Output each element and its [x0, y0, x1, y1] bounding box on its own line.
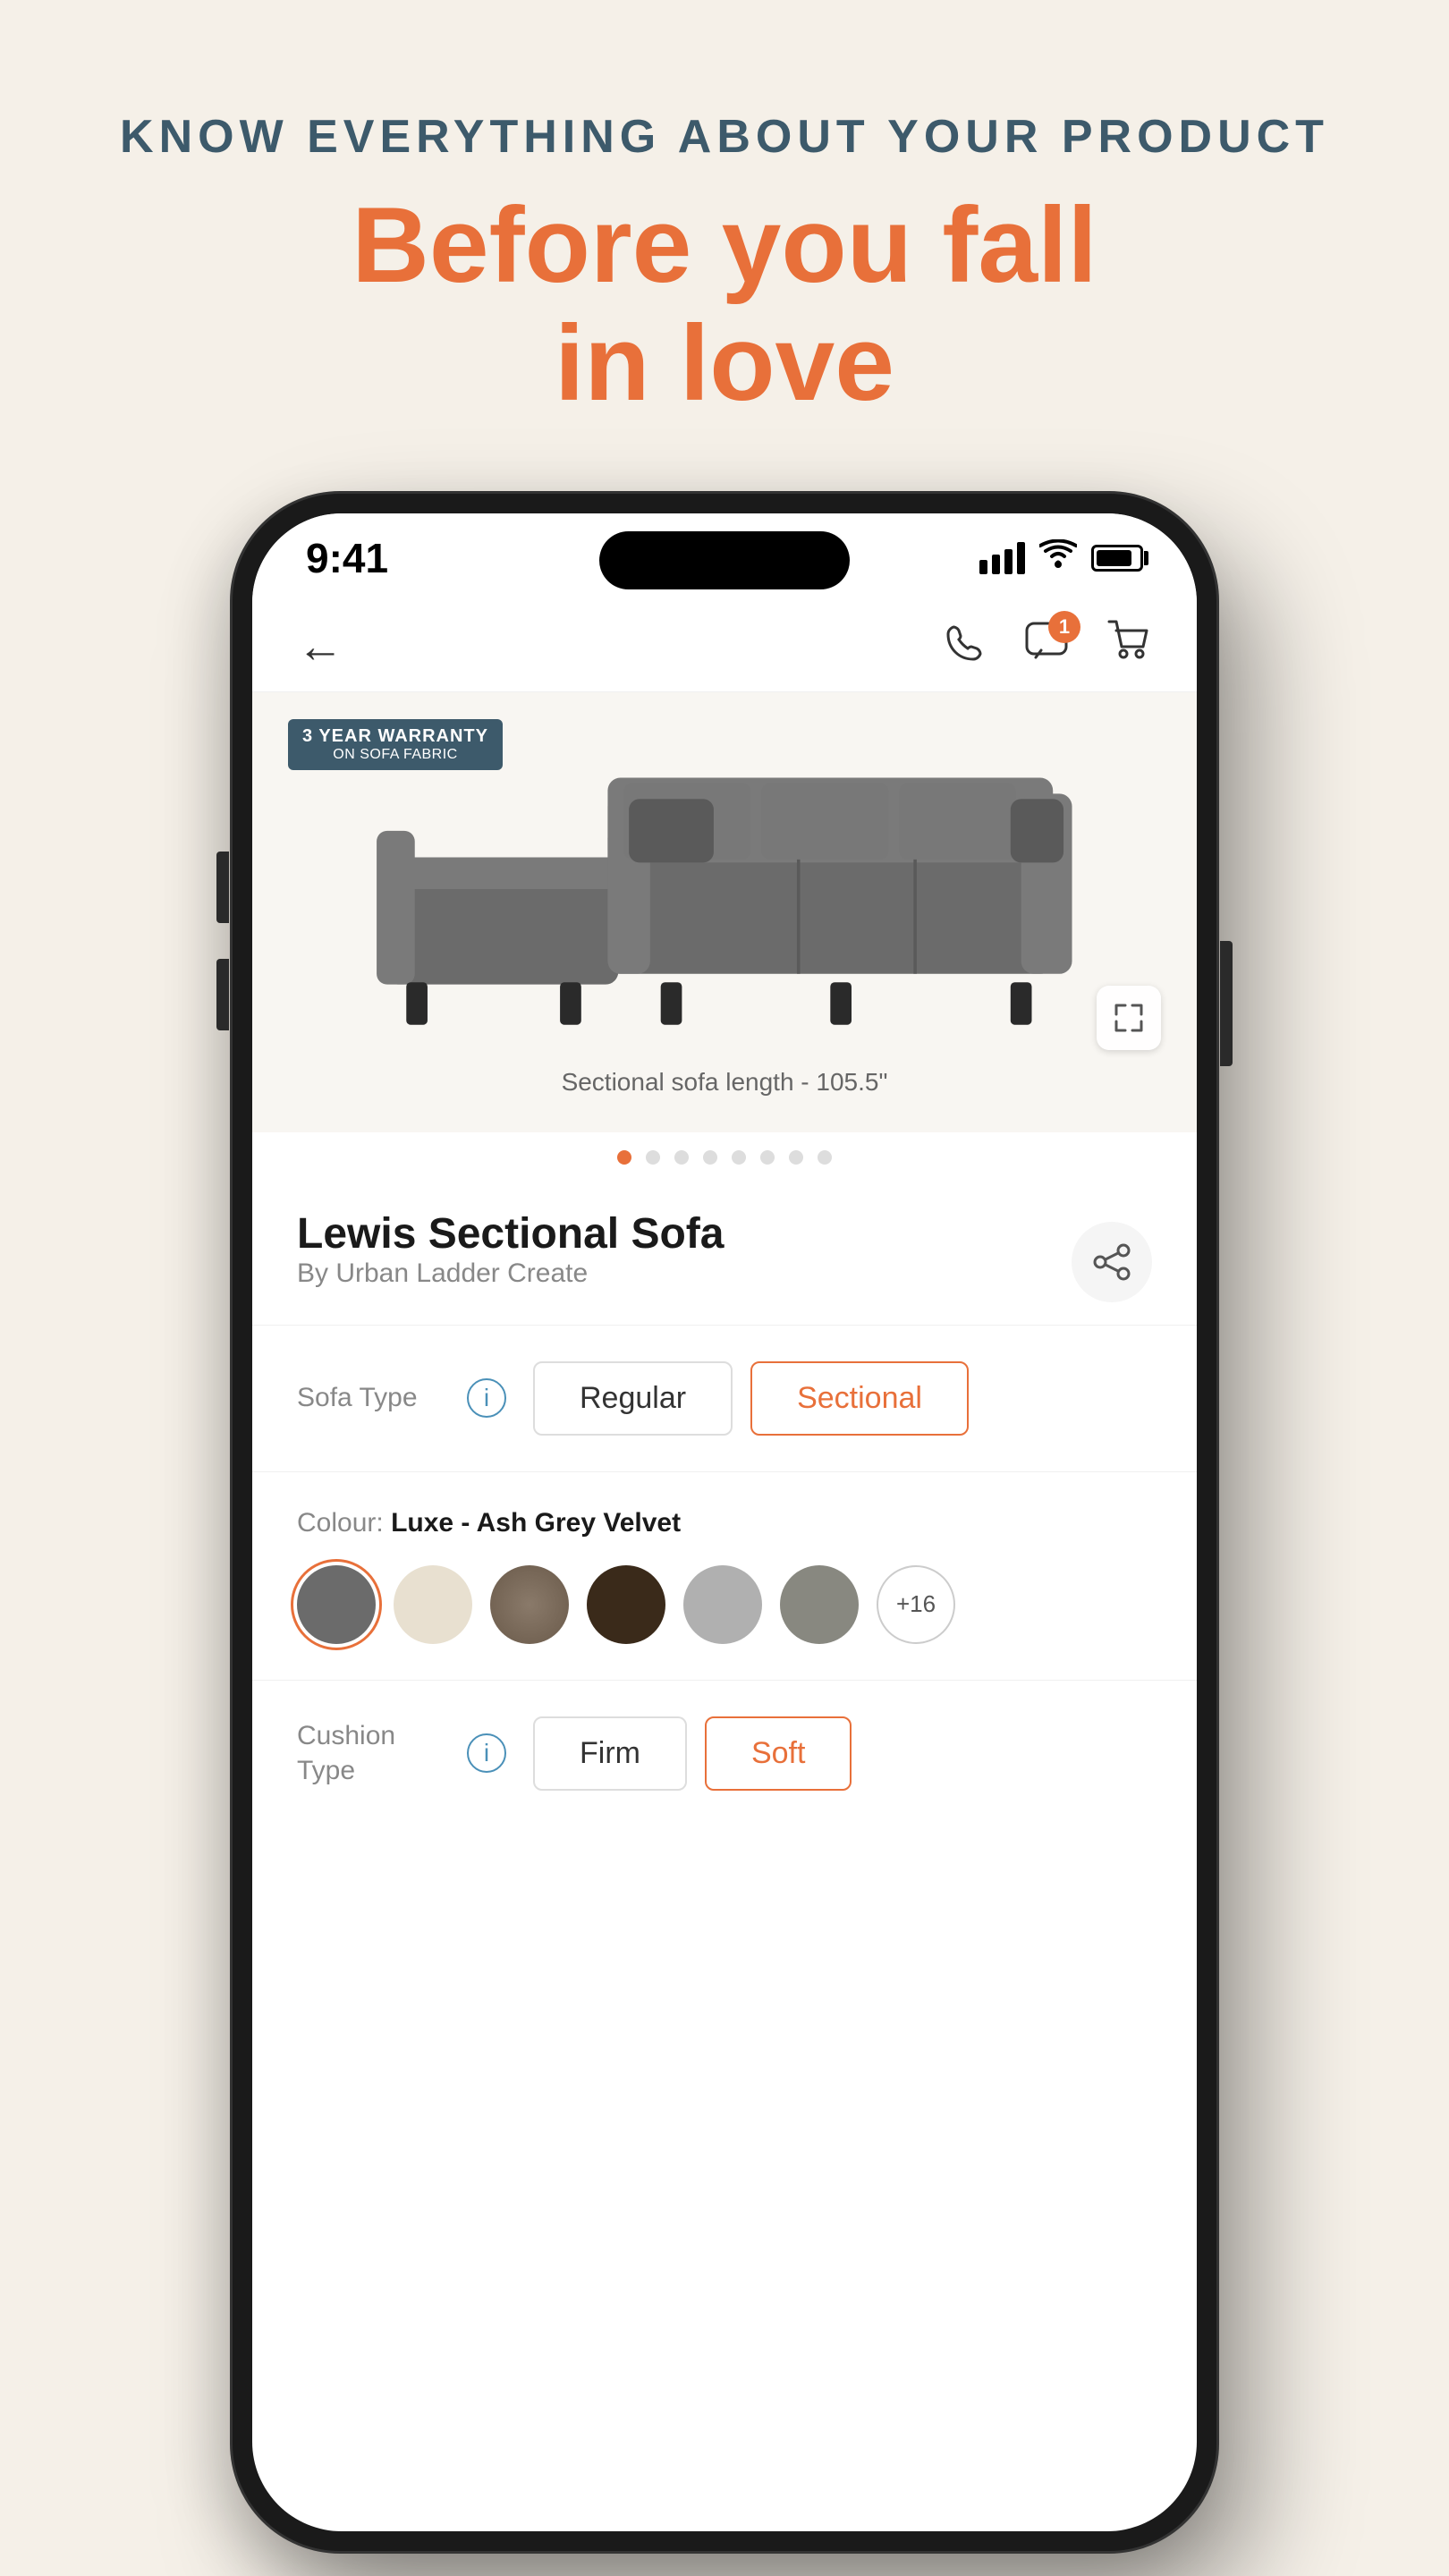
product-title: Lewis Sectional Sofa — [297, 1209, 724, 1258]
side-button-left1 — [216, 852, 229, 923]
colour-swatches: +16 — [297, 1565, 1152, 1644]
dot-4[interactable] — [703, 1150, 717, 1165]
cart-button[interactable] — [1106, 618, 1152, 675]
sofa-type-row: Sofa Type i Regular Sectional — [252, 1326, 1197, 1472]
sofa-product-image — [288, 719, 1161, 1059]
phone-frame: 9:41 — [233, 494, 1216, 2551]
cushion-soft-button[interactable]: Soft — [705, 1716, 852, 1791]
header-subtitle: KNOW EVERYTHING ABOUT YOUR PRODUCT — [120, 107, 1329, 168]
cushion-firm-button[interactable]: Firm — [533, 1716, 687, 1791]
colour-section: Colour: Luxe - Ash Grey Velvet +16 — [252, 1472, 1197, 1681]
swatch-ash-grey[interactable] — [297, 1565, 376, 1644]
swatch-more-button[interactable]: +16 — [877, 1565, 955, 1644]
phone-button[interactable] — [945, 620, 987, 674]
chat-button[interactable]: 1 — [1023, 620, 1070, 674]
nav-bar: ← 1 — [252, 603, 1197, 692]
colour-label: Colour: Luxe - Ash Grey Velvet — [297, 1508, 1152, 1538]
cushion-type-options: Firm Soft — [533, 1716, 852, 1791]
sofa-type-options: Regular Sectional — [533, 1361, 969, 1436]
product-title-row: Lewis Sectional Sofa By Urban Ladder Cre… — [297, 1209, 1152, 1316]
side-button-left2 — [216, 959, 229, 1030]
dynamic-island — [599, 531, 850, 589]
dot-1[interactable] — [617, 1150, 631, 1165]
side-button-right — [1220, 941, 1233, 1066]
sofa-type-label: Sofa Type — [297, 1383, 440, 1413]
cushion-type-label: CushionType — [297, 1718, 440, 1788]
cushion-type-info-icon[interactable]: i — [467, 1733, 506, 1773]
chat-badge: 1 — [1048, 611, 1080, 643]
swatch-cream[interactable] — [394, 1565, 472, 1644]
dot-6[interactable] — [760, 1150, 775, 1165]
dot-2[interactable] — [646, 1150, 660, 1165]
dot-3[interactable] — [674, 1150, 689, 1165]
expand-button[interactable] — [1097, 986, 1161, 1050]
dot-8[interactable] — [818, 1150, 832, 1165]
header-section: KNOW EVERYTHING ABOUT YOUR PRODUCT Befor… — [120, 107, 1329, 422]
page-background: KNOW EVERYTHING ABOUT YOUR PRODUCT Befor… — [0, 0, 1449, 2576]
nav-actions: 1 — [945, 618, 1152, 675]
back-button[interactable]: ← — [297, 620, 343, 674]
signal-icon — [979, 542, 1025, 574]
sofa-type-info-icon[interactable]: i — [467, 1378, 506, 1418]
swatch-light-grey[interactable] — [683, 1565, 762, 1644]
dot-5[interactable] — [732, 1150, 746, 1165]
sofa-svg — [353, 719, 1096, 1059]
phone-screen: 9:41 — [252, 513, 1197, 2531]
colour-value: Luxe - Ash Grey Velvet — [391, 1508, 681, 1538]
product-info: Lewis Sectional Sofa By Urban Ladder Cre… — [252, 1191, 1197, 1316]
phone-mockup: 9:41 — [233, 494, 1216, 2551]
wifi-icon — [1039, 538, 1077, 577]
share-button[interactable] — [1072, 1222, 1152, 1302]
header-main-title: Before you fallin love — [120, 186, 1329, 422]
status-bar: 9:41 — [252, 513, 1197, 603]
product-title-block: Lewis Sectional Sofa By Urban Ladder Cre… — [297, 1209, 724, 1316]
battery-icon — [1091, 545, 1143, 572]
cushion-type-row: CushionType i Firm Soft — [252, 1681, 1197, 1826]
product-image-area: 3 YEAR WARRANTY ON SOFA FABRIC — [252, 692, 1197, 1132]
image-caption: Sectional sofa length - 105.5" — [288, 1059, 1161, 1114]
product-brand: By Urban Ladder Create — [297, 1258, 724, 1289]
swatch-brown-weave[interactable] — [490, 1565, 569, 1644]
status-time: 9:41 — [306, 534, 388, 582]
swatch-dark-brown[interactable] — [587, 1565, 665, 1644]
image-dots — [252, 1132, 1197, 1191]
sofa-type-sectional-button[interactable]: Sectional — [750, 1361, 969, 1436]
swatch-dark-grey[interactable] — [780, 1565, 859, 1644]
dot-7[interactable] — [789, 1150, 803, 1165]
status-icons — [979, 538, 1143, 577]
sofa-type-regular-button[interactable]: Regular — [533, 1361, 733, 1436]
